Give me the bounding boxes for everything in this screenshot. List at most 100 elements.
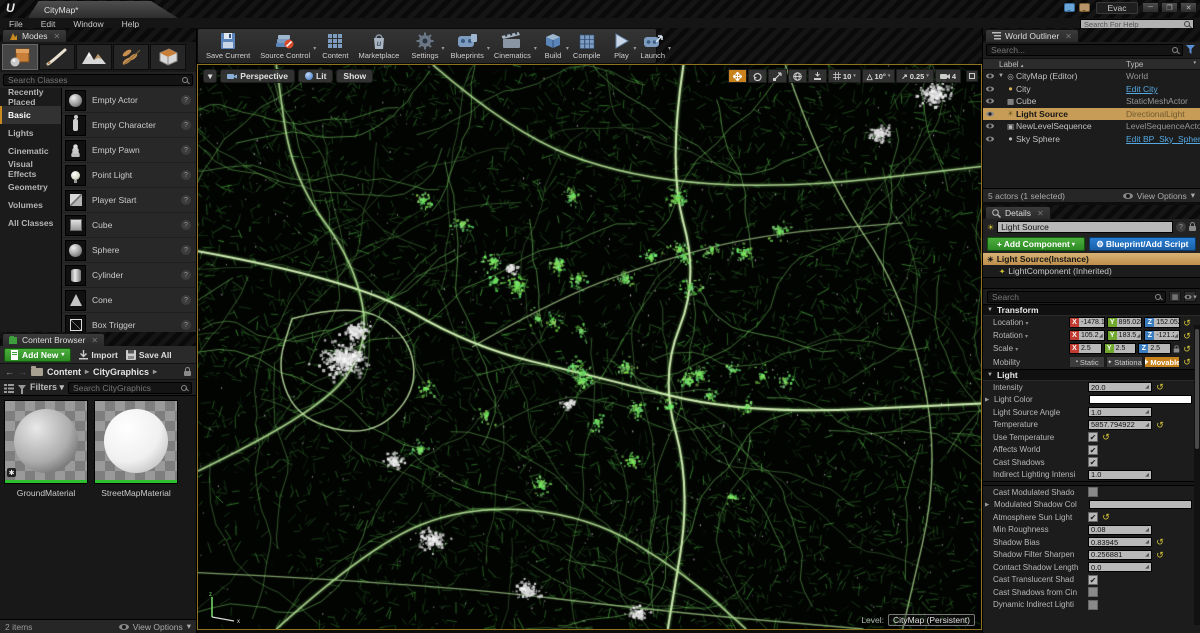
rotate-tool-button[interactable] bbox=[748, 69, 767, 83]
details-scrollbar[interactable] bbox=[1194, 325, 1200, 625]
back-icon[interactable]: ← bbox=[5, 367, 14, 377]
camera-speed-button[interactable]: 4 bbox=[935, 69, 961, 83]
outliner-row-cube[interactable]: ▦ Cube StaticMeshActor bbox=[983, 95, 1200, 108]
source-control-button[interactable]: Source Control ▾ bbox=[255, 30, 315, 62]
property-matrix-icon[interactable]: ▦ bbox=[1169, 291, 1181, 302]
cast-translucent-shadows-checkbox[interactable]: ✔ bbox=[1088, 575, 1098, 585]
search-assets-input[interactable]: Search CityGraphics bbox=[68, 382, 192, 394]
outliner-search-input[interactable]: Search... bbox=[986, 44, 1183, 56]
visibility-eye-icon[interactable] bbox=[986, 136, 994, 141]
expander-icon[interactable]: ▶ bbox=[985, 502, 991, 508]
scrollbar-thumb[interactable] bbox=[1195, 329, 1199, 449]
mode-foliage[interactable] bbox=[113, 44, 149, 70]
help-icon[interactable]: ? bbox=[181, 270, 191, 280]
outliner-column-headers[interactable]: Label ▴ Type ▾ bbox=[983, 58, 1200, 70]
temperature-field[interactable]: 5857.794922◢ bbox=[1088, 420, 1152, 430]
actor-name-field[interactable]: Light Source bbox=[997, 221, 1173, 233]
contact-shadow-length-field[interactable]: 0.0◢ bbox=[1088, 562, 1152, 572]
light-component-row[interactable]: ✦ LightComponent (Inherited) bbox=[983, 265, 1200, 277]
add-component-button[interactable]: + Add Component ▾ bbox=[987, 237, 1085, 251]
component-root-row[interactable]: ☀ Light Source(Instance) bbox=[983, 253, 1200, 265]
rotation-label[interactable]: Rotation ▾ bbox=[993, 331, 1067, 340]
category-all-classes[interactable]: All Classes bbox=[0, 214, 61, 232]
surface-snap-button[interactable] bbox=[808, 69, 827, 83]
reset-icon[interactable]: ↺ bbox=[1182, 344, 1192, 354]
close-icon[interactable]: ✕ bbox=[54, 32, 61, 41]
asset-ground-material[interactable]: ✱ GroundMaterial bbox=[4, 400, 88, 498]
save-all-button[interactable]: Save All bbox=[126, 350, 172, 360]
help-icon[interactable]: ? bbox=[181, 95, 191, 105]
bug-report-icon[interactable] bbox=[1079, 3, 1090, 12]
category-lights[interactable]: Lights bbox=[0, 124, 61, 142]
menu-window[interactable]: Window bbox=[64, 19, 112, 29]
outliner-row-citymap[interactable]: ▼ ◎ CityMap (Editor) World bbox=[983, 70, 1200, 83]
help-icon[interactable]: ? bbox=[181, 120, 191, 130]
atmosphere-sun-light-checkbox[interactable]: ✔ bbox=[1088, 512, 1098, 522]
display-filter-icon[interactable]: ▾ bbox=[1184, 291, 1196, 302]
world-outliner-tab[interactable]: World Outliner✕ bbox=[985, 29, 1079, 42]
launch-button[interactable]: Launch ▾ bbox=[635, 30, 670, 62]
place-empty-character[interactable]: Empty Character? bbox=[62, 113, 196, 138]
compile-button[interactable]: Compile bbox=[568, 30, 606, 62]
search-classes-input[interactable]: Search Classes bbox=[3, 74, 193, 86]
light-section-header[interactable]: ▼Light bbox=[983, 369, 1200, 381]
rotation-x-field[interactable]: X105.29◢ bbox=[1069, 330, 1105, 341]
mode-place[interactable] bbox=[2, 44, 38, 70]
mode-paint[interactable] bbox=[39, 44, 75, 70]
place-cylinder[interactable]: Cylinder? bbox=[62, 263, 196, 288]
use-temperature-checkbox[interactable]: ✔ bbox=[1088, 432, 1098, 442]
outliner-filter-icon[interactable] bbox=[1186, 45, 1197, 55]
reset-icon[interactable]: ↺ bbox=[1155, 420, 1165, 430]
reset-icon[interactable]: ↺ bbox=[1155, 537, 1165, 547]
mode-geometry[interactable] bbox=[150, 44, 186, 70]
scale-x-field[interactable]: X2.5 bbox=[1069, 343, 1102, 354]
menu-help[interactable]: Help bbox=[113, 19, 148, 29]
help-icon[interactable]: ? bbox=[181, 145, 191, 155]
location-label[interactable]: Location ▾ bbox=[993, 318, 1067, 327]
affects-world-checkbox[interactable]: ✔ bbox=[1088, 445, 1098, 455]
menu-edit[interactable]: Edit bbox=[32, 19, 65, 29]
asset-streetmap-material[interactable]: StreetMapMaterial bbox=[94, 400, 178, 498]
play-button[interactable]: Play ▾ bbox=[607, 30, 635, 62]
perspective-button[interactable]: Perspective bbox=[220, 69, 295, 83]
location-x-field[interactable]: X-1478.10 bbox=[1069, 317, 1105, 328]
rotation-y-field[interactable]: Y183.59◢ bbox=[1107, 330, 1143, 341]
outliner-row-sky-sphere[interactable]: ● Sky Sphere Edit BP_Sky_Spher bbox=[983, 133, 1200, 146]
scale-y-field[interactable]: Y2.5 bbox=[1104, 343, 1137, 354]
help-icon[interactable]: ? bbox=[181, 320, 191, 330]
category-basic[interactable]: Basic bbox=[0, 106, 61, 124]
cinematics-button[interactable]: Cinematics ▾ bbox=[489, 30, 536, 62]
light-color-swatch[interactable] bbox=[1089, 395, 1192, 404]
level-viewport[interactable]: ▾ Perspective Lit Show 10▾ △10°▾ ↗0.25▾ … bbox=[197, 64, 982, 630]
help-icon[interactable]: ? bbox=[181, 295, 191, 305]
reset-icon[interactable]: ↺ bbox=[1155, 550, 1165, 560]
place-sphere[interactable]: Sphere? bbox=[62, 238, 196, 263]
evac-button[interactable]: Evac bbox=[1096, 2, 1138, 14]
translate-tool-button[interactable] bbox=[728, 69, 747, 83]
chevron-down-icon[interactable]: ▾ bbox=[441, 45, 444, 52]
shadow-filter-sharpen-field[interactable]: 0.256881◢ bbox=[1088, 550, 1152, 560]
mobility-static-button[interactable]: ▪Static bbox=[1069, 356, 1105, 368]
visibility-eye-icon[interactable] bbox=[986, 124, 994, 129]
outliner-row-city[interactable]: ● City Edit City bbox=[983, 83, 1200, 96]
reset-icon[interactable]: ↺ bbox=[1182, 318, 1192, 328]
mode-landscape[interactable] bbox=[76, 44, 112, 70]
scale-z-field[interactable]: Z2.5 bbox=[1138, 343, 1171, 354]
edit-city-link[interactable]: Edit City bbox=[1126, 84, 1200, 94]
blueprint-add-script-button[interactable]: ⚙ Blueprint/Add Script bbox=[1089, 237, 1196, 251]
visibility-eye-icon[interactable] bbox=[986, 86, 994, 91]
details-tab[interactable]: Details✕ bbox=[985, 206, 1051, 219]
level-tab[interactable]: CityMap* bbox=[28, 1, 178, 18]
mobility-movable-button[interactable]: ✚Movable bbox=[1144, 356, 1180, 368]
build-button[interactable]: Build ▾ bbox=[538, 30, 568, 62]
indirect-lighting-intensity-field[interactable]: 1.0◢ bbox=[1088, 470, 1152, 480]
close-icon[interactable]: ✕ bbox=[91, 336, 98, 345]
scale-lock-icon[interactable] bbox=[1174, 348, 1180, 352]
content-button[interactable]: Content bbox=[317, 30, 353, 62]
place-player-start[interactable]: Player Start? bbox=[62, 188, 196, 213]
current-level-button[interactable]: CityMap (Persistent) bbox=[888, 614, 975, 626]
sources-toggle-icon[interactable] bbox=[4, 383, 14, 393]
help-icon[interactable]: ? bbox=[181, 220, 191, 230]
expander-icon[interactable]: ▼ bbox=[997, 73, 1005, 79]
lock-icon[interactable] bbox=[184, 371, 191, 376]
